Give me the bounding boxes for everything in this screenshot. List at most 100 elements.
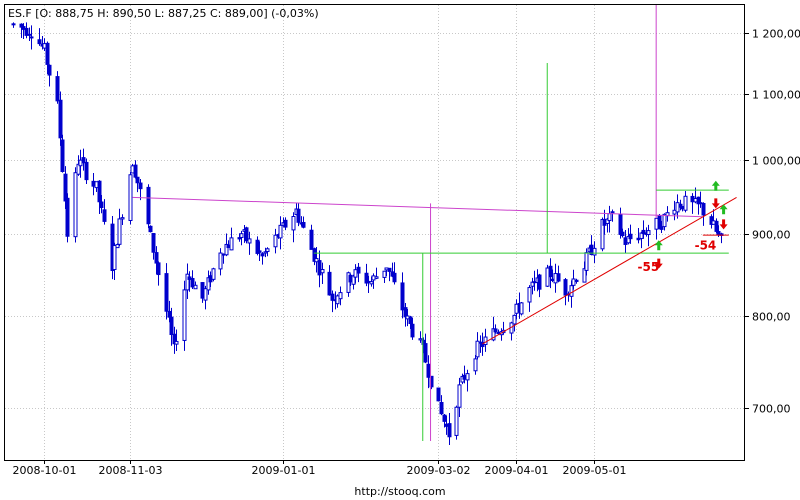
candle-body xyxy=(138,182,143,190)
candle-body xyxy=(102,209,107,222)
candle-body xyxy=(400,282,405,311)
candle-body xyxy=(473,358,478,372)
candle-body xyxy=(356,266,361,274)
candle-body xyxy=(257,250,262,253)
candle-body xyxy=(512,314,517,325)
candle-body xyxy=(63,173,68,202)
candle-body xyxy=(167,310,172,318)
x-tick-label: 2009-03-02 xyxy=(407,464,471,477)
candle-body xyxy=(203,288,208,301)
candle-body xyxy=(382,270,387,278)
y-tick-label: 700,00 xyxy=(752,403,791,416)
candle-body xyxy=(493,328,498,333)
candle-body xyxy=(120,217,125,220)
candle-body xyxy=(618,214,623,235)
candle-body xyxy=(410,323,415,338)
candle-body xyxy=(296,208,301,223)
candle-body xyxy=(465,373,470,381)
candle-body xyxy=(527,287,532,303)
candle-body xyxy=(146,186,151,225)
y-tick-label: 1 100,00 xyxy=(752,89,800,102)
candle-body xyxy=(99,201,104,209)
x-tick-label: 2009-01-01 xyxy=(252,464,316,477)
candle-body xyxy=(37,39,42,45)
candle-body xyxy=(338,292,343,300)
candle-body xyxy=(454,406,459,436)
candle-body xyxy=(569,285,574,297)
candle-body xyxy=(436,387,441,402)
candle-body xyxy=(369,281,374,285)
candle-body xyxy=(714,220,719,232)
candle-body xyxy=(483,336,488,345)
candle-body xyxy=(182,289,187,341)
x-tick-label: 2008-10-01 xyxy=(13,464,77,477)
candle-body xyxy=(128,174,133,222)
candle-body xyxy=(628,233,633,240)
candle-body xyxy=(283,219,288,228)
candle-body xyxy=(58,99,63,139)
candle-body xyxy=(65,197,70,237)
annotation-label: -54 xyxy=(695,238,717,252)
candle-body xyxy=(584,252,589,271)
candle-body xyxy=(620,231,625,237)
candle-body xyxy=(73,172,78,238)
y-tick-label: 1 200,00 xyxy=(752,28,800,41)
candle-body xyxy=(519,302,524,315)
candle-body xyxy=(701,203,706,216)
candle-body xyxy=(211,268,216,280)
candle-body xyxy=(45,42,50,65)
candle-body xyxy=(84,161,89,181)
candle-body xyxy=(115,244,120,249)
x-tick-label: 2009-04-01 xyxy=(485,464,549,477)
candle-body xyxy=(135,176,140,184)
source-label: http://stooq.com xyxy=(354,485,445,498)
candle-body xyxy=(47,64,52,76)
x-tick-label: 2008-11-03 xyxy=(99,464,163,477)
candle-body xyxy=(112,245,117,271)
candle-body xyxy=(387,267,392,272)
candle-body xyxy=(154,252,159,264)
candle-body xyxy=(408,316,413,325)
annotation-label: -55 xyxy=(638,260,660,274)
candle-body xyxy=(548,265,553,278)
candle-body xyxy=(374,276,379,279)
candle-body xyxy=(447,423,452,438)
chart-background xyxy=(0,0,800,500)
candle-body xyxy=(309,229,314,250)
candle-body xyxy=(229,237,234,251)
candle-body xyxy=(263,251,268,254)
candle-body xyxy=(174,340,179,345)
candle-body xyxy=(265,248,270,252)
candle-body xyxy=(442,414,447,422)
candle-body xyxy=(55,76,60,102)
candle-body xyxy=(156,262,161,276)
candle-body xyxy=(574,279,579,282)
candle-body xyxy=(27,33,32,36)
candle-body xyxy=(426,363,431,378)
candle-body xyxy=(392,272,397,283)
candle-body xyxy=(260,253,265,257)
candle-body xyxy=(683,195,688,211)
candle-body xyxy=(646,230,651,236)
candle-body xyxy=(11,23,16,26)
candle-body xyxy=(117,218,122,245)
candle-body xyxy=(278,224,283,239)
candle-body xyxy=(301,221,306,228)
candle-body xyxy=(29,36,34,39)
candle-body xyxy=(60,139,65,172)
candle-body xyxy=(418,338,423,341)
candle-body xyxy=(193,284,198,290)
candle-body xyxy=(164,273,169,312)
stock-chart: -55 -54 700,00 800,00 900,00 1 000,00 1 100,0… xyxy=(0,0,800,500)
candle-body xyxy=(563,279,568,296)
candle-body xyxy=(439,401,444,415)
candle-body xyxy=(610,211,615,214)
candle-body xyxy=(607,213,612,222)
candle-body xyxy=(423,343,428,363)
candle-body xyxy=(239,233,244,238)
candle-body xyxy=(537,274,542,290)
candle-body xyxy=(457,384,462,408)
y-tick-label: 1 000,00 xyxy=(752,155,800,168)
candle-body xyxy=(97,180,102,203)
y-tick-label: 800,00 xyxy=(752,311,791,324)
